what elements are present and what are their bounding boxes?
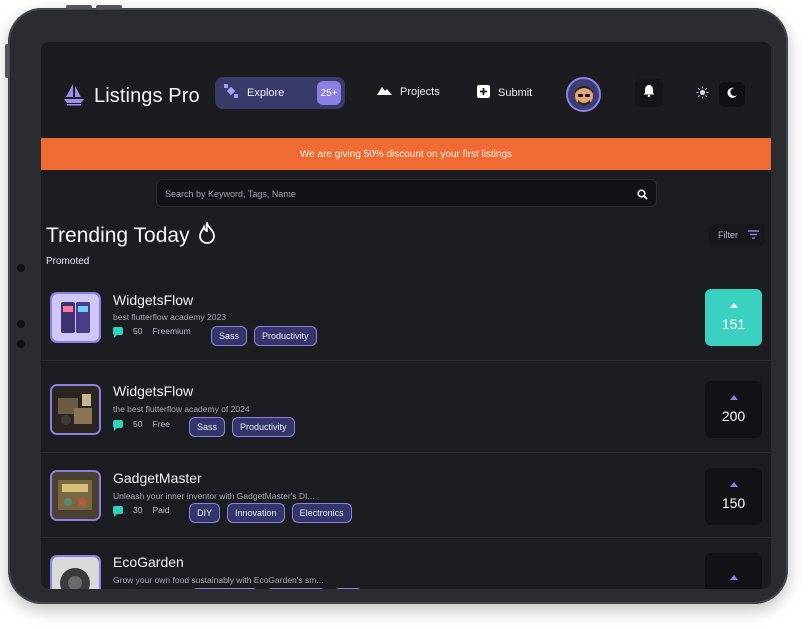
bell-icon (643, 84, 655, 102)
upvote-button[interactable]: 150 (705, 468, 762, 525)
nav-projects[interactable]: Projects (377, 85, 440, 98)
sensor-dot (17, 320, 25, 328)
moon-icon (726, 86, 738, 104)
volume-button (5, 44, 9, 78)
nav-projects-label: Projects (400, 85, 440, 98)
notifications-button[interactable] (635, 79, 663, 107)
comment-icon (113, 420, 123, 431)
tag-list: Sass Productivity (189, 417, 295, 437)
listing-name[interactable]: WidgetsFlow (113, 292, 193, 308)
comment-count: 30 (133, 505, 143, 515)
tablet-frame: Listings Pro Explore 25+ Projects Submit… (5, 5, 788, 604)
listing-row[interactable]: WidgetsFlow the best flutterflow academy… (41, 360, 771, 446)
comment-count: 50 (133, 419, 143, 429)
listing-thumbnail[interactable] (50, 470, 101, 521)
listing-thumbnail[interactable] (50, 292, 101, 343)
listing-row[interactable]: EcoGarden Grow your own food sustainably… (41, 537, 771, 589)
plus-square-icon (477, 85, 490, 101)
pricing-label: Paid (152, 505, 170, 515)
theme-toggle[interactable] (689, 82, 745, 107)
filter-lines-icon (748, 229, 759, 241)
explore-button[interactable]: Explore 25+ (215, 77, 345, 109)
search-input[interactable] (165, 186, 625, 202)
light-mode-button[interactable] (689, 82, 715, 107)
tag-chip[interactable]: Innovation (227, 503, 285, 523)
tag-chip[interactable]: Productivity (254, 326, 317, 346)
tag-chip[interactable]: DIY (189, 503, 221, 523)
app-screen: Listings Pro Explore 25+ Projects Submit… (41, 42, 771, 589)
tag-chip[interactable] (191, 588, 259, 589)
filter-button[interactable]: Filter (709, 224, 765, 246)
listing-description: best flutterflow academy 2023 (113, 312, 226, 322)
satellite-icon (223, 83, 239, 104)
comment-icon (113, 327, 123, 338)
tag-chip[interactable] (266, 588, 326, 589)
upvote-arrow-icon (729, 575, 738, 580)
tag-chip[interactable] (333, 588, 363, 589)
search-bar[interactable] (156, 179, 657, 207)
listing-thumbnail[interactable] (50, 555, 101, 589)
section-title-text: Trending Today (46, 224, 190, 247)
explore-label: Explore (247, 87, 285, 99)
tag-list: Sass Productivity (211, 326, 317, 346)
listing-meta: 50 Freemium (113, 326, 191, 338)
avatar-face-icon (574, 85, 593, 105)
listing-name[interactable]: GadgetMaster (113, 470, 202, 486)
promo-banner[interactable]: We are giving 50% discount on your first… (41, 138, 771, 170)
comment-icon (113, 506, 123, 517)
upvote-arrow-icon (729, 482, 738, 487)
sun-icon (696, 86, 709, 104)
listing-thumbnail[interactable] (50, 384, 101, 435)
upvote-button[interactable]: 200 (705, 381, 762, 438)
tag-list (191, 588, 363, 589)
upvote-arrow-icon (729, 303, 738, 308)
upvote-arrow-icon (729, 395, 738, 400)
top-navbar: Listings Pro Explore 25+ Projects Submit (41, 42, 771, 138)
listing-description: the best flutterflow academy of 2024 (113, 404, 250, 414)
mountain-icon (377, 85, 392, 98)
promoted-label: Promoted (46, 256, 90, 267)
tag-list: DIY Innovation Electronics (189, 503, 352, 523)
nav-submit-label: Submit (498, 87, 533, 99)
filter-label: Filter (718, 230, 738, 240)
logo[interactable]: Listings Pro (63, 82, 200, 111)
app-name: Listings Pro (94, 85, 200, 107)
power-button (66, 5, 92, 9)
upvote-button[interactable]: 151 (705, 289, 762, 346)
upvote-button[interactable] (705, 553, 762, 589)
tag-chip[interactable]: Sass (211, 326, 248, 346)
sensor-dot (17, 340, 25, 348)
nav-submit[interactable]: Submit (477, 85, 532, 101)
boat-logo-icon (63, 82, 85, 111)
power-button-2 (96, 5, 122, 9)
dark-mode-button[interactable] (719, 82, 745, 107)
search-icon[interactable] (637, 187, 648, 205)
pricing-label: Free (152, 419, 170, 429)
listing-description: Unleash your inner inventor with GadgetM… (113, 491, 315, 501)
tag-chip[interactable]: Electronics (291, 503, 352, 523)
listing-name[interactable]: WidgetsFlow (113, 383, 193, 399)
listing-row[interactable]: GadgetMaster Unleash your inner inventor… (41, 452, 771, 538)
sensor-dot (17, 264, 25, 272)
user-avatar[interactable] (566, 77, 601, 112)
section-title: Trending Today (46, 220, 216, 250)
listing-meta: 50 Free (113, 419, 170, 431)
listing-row[interactable]: WidgetsFlow best flutterflow academy 202… (41, 274, 771, 360)
vote-count: 200 (721, 408, 746, 424)
listing-meta: 30 Paid (113, 505, 170, 517)
pricing-label: Freemium (152, 326, 191, 336)
vote-count: 151 (721, 316, 746, 332)
tag-chip[interactable]: Productivity (232, 417, 295, 437)
explore-count-badge: 25+ (317, 81, 341, 105)
tag-chip[interactable]: Sass (189, 417, 226, 437)
listing-description: Grow your own food sustainably with EcoG… (113, 575, 324, 585)
vote-count: 150 (721, 495, 746, 511)
fire-icon (198, 220, 216, 250)
comment-count: 50 (133, 326, 143, 336)
listing-name[interactable]: EcoGarden (113, 554, 184, 570)
